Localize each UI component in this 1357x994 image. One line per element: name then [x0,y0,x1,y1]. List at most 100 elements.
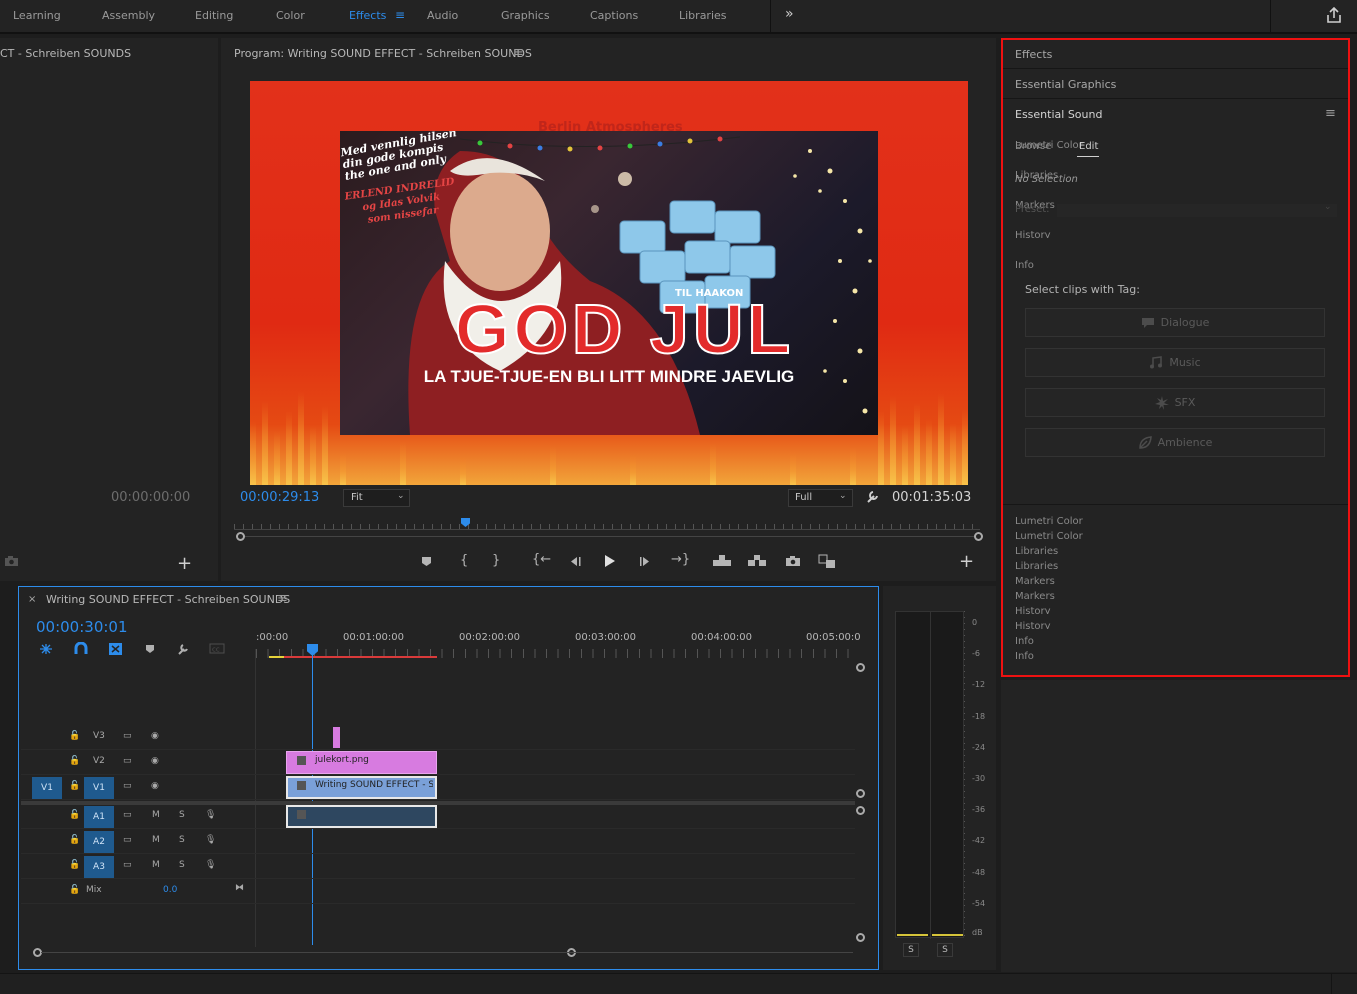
export-frame-icon[interactable] [785,555,801,567]
v-scroll-handle[interactable] [856,933,865,942]
lift-icon[interactable] [712,554,732,568]
eye-icon[interactable]: ◉ [151,756,159,766]
solo-left-button[interactable]: S [903,943,919,957]
eye-icon[interactable]: ◉ [151,781,159,791]
panel-menu-icon[interactable]: ≡ [277,591,288,606]
tab-libraries[interactable]: Libraries [679,9,727,22]
zoom-dropdown[interactable]: Fit ⌄ [343,489,410,507]
tab-audio[interactable]: Audio [427,9,458,22]
solo-button[interactable]: S [179,860,185,870]
browse-tab[interactable]: Browse [1015,141,1051,152]
zoom-handle-right[interactable] [974,532,983,541]
solo-button[interactable]: S [179,810,185,820]
share-icon[interactable] [1325,7,1343,24]
panel-menu-icon[interactable]: ≡ [1325,106,1336,121]
microphone-icon[interactable]: 🎙 [205,810,216,820]
track-target-a2[interactable]: A2 [84,831,114,853]
effects-panel-header[interactable]: Effects [1003,40,1348,69]
v-scroll-handle[interactable] [856,663,865,672]
resolution-dropdown[interactable]: Full ⌄ [788,489,853,507]
add-button-icon[interactable]: + [177,553,192,574]
tab-assembly[interactable]: Assembly [102,9,155,22]
track-target-a1[interactable]: A1 [84,806,114,828]
mark-in-icon[interactable]: { [460,553,468,568]
h-scrollbar[interactable] [41,952,853,953]
program-time-ruler[interactable] [234,518,980,530]
mark-out-icon[interactable]: } [492,553,500,568]
lock-icon[interactable]: 🔓 [69,885,80,895]
go-to-end-icon[interactable]: ⧓ [235,883,244,893]
ambience-button[interactable]: Ambience [1025,428,1325,457]
extract-icon[interactable] [747,554,767,568]
timeline-timecode[interactable]: 00:00:30:01 [36,618,128,636]
sync-lock-icon[interactable]: ▭ [123,810,132,820]
workspace-menu-icon[interactable]: ≡ [395,8,405,22]
sequence-tab[interactable]: Writing SOUND EFFECT - Schreiben SOUNDS [46,593,290,606]
microphone-icon[interactable]: 🎙 [205,860,216,870]
mute-button[interactable]: M [152,860,160,870]
tab-learning[interactable]: Learning [13,9,61,22]
close-icon[interactable]: × [28,594,36,605]
lock-icon[interactable]: 🔓 [69,756,80,766]
marker-clip[interactable] [333,727,340,748]
add-marker-icon[interactable] [421,556,432,567]
wrench-icon[interactable] [865,489,880,504]
solo-right-button[interactable]: S [937,943,953,957]
button-editor-icon[interactable]: + [959,551,974,572]
edit-tab[interactable]: Edit [1079,141,1098,152]
go-to-in-icon[interactable]: {← [532,552,551,567]
panel-menu-icon[interactable]: ≡ [513,45,524,60]
wrench-icon[interactable] [176,642,190,656]
v-scroll-handle[interactable] [856,806,865,815]
zoom-handle-left[interactable] [236,532,245,541]
add-marker-icon[interactable] [145,644,155,654]
lock-icon[interactable]: 🔓 [69,835,80,845]
zoom-bar[interactable] [245,536,974,537]
v-scroll-handle[interactable] [856,789,865,798]
linked-selection-icon[interactable] [108,642,123,656]
essential-graphics-header[interactable]: Essential Graphics [1003,70,1348,99]
clip-julekort[interactable]: julekort.png [286,751,437,774]
sfx-button[interactable]: SFX [1025,388,1325,417]
tab-color[interactable]: Color [276,9,305,22]
essential-sound-header[interactable]: Essential Sound ≡ [1003,100,1348,129]
lock-icon[interactable]: 🔓 [69,860,80,870]
mute-button[interactable]: M [152,810,160,820]
sync-lock-icon[interactable]: ▭ [123,731,132,741]
nest-icon[interactable] [39,643,53,655]
tab-editing[interactable]: Editing [195,9,233,22]
clip-audio[interactable] [286,805,437,828]
eye-icon[interactable]: ◉ [151,731,159,741]
track-target-v1[interactable]: V1 [84,777,114,799]
step-back-icon[interactable] [568,556,581,567]
sync-lock-icon[interactable]: ▭ [123,756,132,766]
captions-icon[interactable]: cc [209,643,225,654]
comparison-view-icon[interactable] [818,554,836,569]
tab-captions[interactable]: Captions [590,9,638,22]
clip-sequence-video[interactable]: Writing SOUND EFFECT - Sch [286,776,437,799]
track-target-a3[interactable]: A3 [84,856,114,878]
solo-button[interactable]: S [179,835,185,845]
tab-graphics[interactable]: Graphics [501,9,550,22]
sync-lock-icon[interactable]: ▭ [123,860,132,870]
snap-magnet-icon[interactable] [74,642,88,655]
camera-icon[interactable] [4,555,19,567]
source-patch-v1[interactable]: V1 [32,777,62,799]
mix-value[interactable]: 0.0 [163,885,177,895]
tab-effects[interactable]: Effects [349,9,386,22]
step-forward-icon[interactable] [639,556,652,567]
go-to-out-icon[interactable]: →} [671,552,690,567]
more-workspaces-button[interactable]: » [785,6,794,22]
lock-icon[interactable]: 🔓 [69,731,80,741]
dialogue-button[interactable]: Dialogue [1025,308,1325,337]
lock-icon[interactable]: 🔓 [69,781,80,791]
sync-lock-icon[interactable]: ▭ [123,781,132,791]
mute-button[interactable]: M [152,835,160,845]
microphone-icon[interactable]: 🎙 [205,835,216,845]
play-icon[interactable] [603,554,616,568]
program-video-frame[interactable]: Berlin Atmospheres Med vennlig hilsen di… [250,81,968,485]
program-playhead-timecode[interactable]: 00:00:29:13 [240,490,319,505]
preset-dropdown[interactable]: ⌄ [1057,202,1337,217]
music-button[interactable]: Music [1025,348,1325,377]
sync-lock-icon[interactable]: ▭ [123,835,132,845]
